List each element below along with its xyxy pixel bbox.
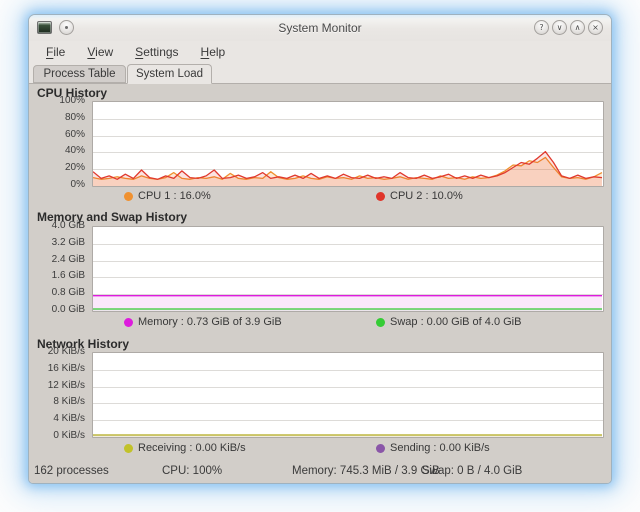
- status-memory: Memory: 745.3 MiB / 3.9 GiB: [292, 465, 440, 477]
- sending-legend-label: Sending : 0.00 KiB/s: [390, 442, 490, 454]
- cpu2-legend-label: CPU 2 : 10.0%: [390, 190, 463, 202]
- network-y-axis: 20 KiB/s16 KiB/s12 KiB/s8 KiB/s4 KiB/s0 …: [29, 352, 85, 438]
- maximize-button[interactable]: ∧: [570, 20, 585, 35]
- cpu-history-chart[interactable]: [92, 101, 604, 187]
- sending-legend-item: Sending : 0.00 KiB/s: [376, 442, 490, 454]
- receiving-legend-label: Receiving : 0.00 KiB/s: [138, 442, 246, 454]
- tab-system-load[interactable]: System Load: [127, 64, 212, 84]
- receiving-dot-icon: [124, 444, 133, 453]
- cpu-y-axis: 100%80%60%40%20%0%: [29, 101, 85, 187]
- tab-process-table[interactable]: Process Table: [33, 65, 126, 83]
- menu-help[interactable]: Help: [192, 43, 235, 61]
- titlebar[interactable]: System Monitor ? ∨ ∧ ×: [29, 15, 611, 41]
- y-tick-label: 100%: [29, 95, 85, 107]
- memory-dot-icon: [124, 318, 133, 327]
- sending-dot-icon: [376, 444, 385, 453]
- chevron-up-icon: ∧: [575, 24, 581, 32]
- close-button[interactable]: ×: [588, 20, 603, 35]
- help-button[interactable]: ?: [534, 20, 549, 35]
- y-tick-label: 60%: [29, 129, 85, 141]
- tabbar: Process Table System Load: [29, 63, 611, 84]
- y-tick-label: 0.8 GiB: [29, 287, 85, 299]
- swap-legend-item: Swap : 0.00 GiB of 4.0 GiB: [376, 316, 521, 328]
- cpu2-dot-icon: [376, 192, 385, 201]
- menubar: File View Settings Help: [29, 41, 611, 63]
- status-processes: 162 processes: [34, 465, 109, 477]
- y-tick-label: 4.0 GiB: [29, 220, 85, 232]
- cpu2-legend-item: CPU 2 : 10.0%: [376, 190, 463, 202]
- cpu-legend: CPU 1 : 16.0% CPU 2 : 10.0%: [92, 190, 604, 204]
- y-tick-label: 3.2 GiB: [29, 237, 85, 249]
- y-tick-label: 12 KiB/s: [29, 380, 85, 392]
- y-tick-label: 80%: [29, 112, 85, 124]
- menu-view[interactable]: View: [78, 43, 122, 61]
- y-tick-label: 0.0 GiB: [29, 304, 85, 316]
- y-tick-label: 4 KiB/s: [29, 413, 85, 425]
- y-tick-label: 40%: [29, 145, 85, 157]
- y-tick-label: 20 KiB/s: [29, 346, 85, 358]
- y-tick-label: 20%: [29, 162, 85, 174]
- system-load-panel: CPU History 100%80%60%40%20%0% CPU 1 : 1…: [29, 84, 611, 457]
- swap-dot-icon: [376, 318, 385, 327]
- memory-legend-item: Memory : 0.73 GiB of 3.9 GiB: [124, 316, 282, 328]
- network-history-chart[interactable]: [92, 352, 604, 438]
- memory-history-chart[interactable]: [92, 226, 604, 312]
- y-tick-label: 8 KiB/s: [29, 396, 85, 408]
- menu-settings[interactable]: Settings: [126, 43, 187, 61]
- close-icon: ×: [592, 24, 599, 32]
- memory-legend-label: Memory : 0.73 GiB of 3.9 GiB: [138, 316, 282, 328]
- menu-file[interactable]: File: [37, 43, 74, 61]
- system-monitor-window: System Monitor ? ∨ ∧ × File View Setting…: [28, 14, 612, 484]
- cpu1-legend-label: CPU 1 : 16.0%: [138, 190, 211, 202]
- status-cpu: CPU: 100%: [162, 465, 222, 477]
- y-tick-label: 1.6 GiB: [29, 270, 85, 282]
- help-icon: ?: [539, 24, 543, 32]
- statusbar: 162 processes CPU: 100% Memory: 745.3 Mi…: [29, 457, 611, 484]
- y-tick-label: 2.4 GiB: [29, 254, 85, 266]
- y-tick-label: 0%: [29, 179, 85, 191]
- network-legend: Receiving : 0.00 KiB/s Sending : 0.00 Ki…: [92, 442, 604, 456]
- window-title: System Monitor: [29, 21, 611, 35]
- y-tick-label: 16 KiB/s: [29, 363, 85, 375]
- cpu1-dot-icon: [124, 192, 133, 201]
- minimize-button[interactable]: ∨: [552, 20, 567, 35]
- status-swap: Swap: 0 B / 4.0 GiB: [422, 465, 522, 477]
- y-tick-label: 0 KiB/s: [29, 430, 85, 442]
- receiving-legend-item: Receiving : 0.00 KiB/s: [124, 442, 246, 454]
- cpu1-legend-item: CPU 1 : 16.0%: [124, 190, 211, 202]
- chevron-down-icon: ∨: [557, 24, 563, 32]
- memory-y-axis: 4.0 GiB3.2 GiB2.4 GiB1.6 GiB0.8 GiB0.0 G…: [29, 226, 85, 312]
- memory-legend: Memory : 0.73 GiB of 3.9 GiB Swap : 0.00…: [92, 316, 604, 330]
- swap-legend-label: Swap : 0.00 GiB of 4.0 GiB: [390, 316, 521, 328]
